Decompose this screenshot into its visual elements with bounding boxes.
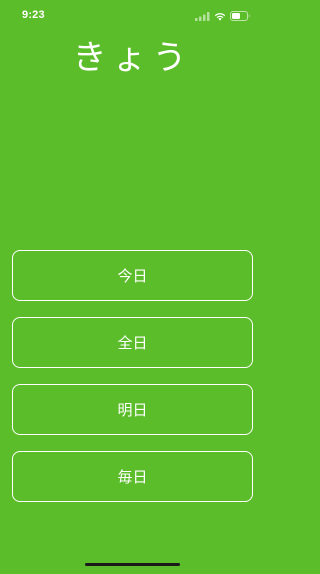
answer-choice-button[interactable]: 毎日 [12,451,253,502]
answer-choices: 今日 全日 明日 毎日 [12,250,253,518]
status-icons [195,11,251,21]
answer-choice-button[interactable]: 今日 [12,250,253,301]
wifi-icon [214,12,226,21]
answer-choice-button[interactable]: 全日 [12,317,253,368]
battery-icon [230,11,251,21]
status-bar: 9:23 [0,0,265,36]
quiz-word: きょう [72,38,193,78]
status-time: 9:23 [22,9,45,21]
home-indicator[interactable] [85,563,180,566]
answer-choice-button[interactable]: 明日 [12,384,253,435]
cellular-signal-icon [195,11,210,21]
